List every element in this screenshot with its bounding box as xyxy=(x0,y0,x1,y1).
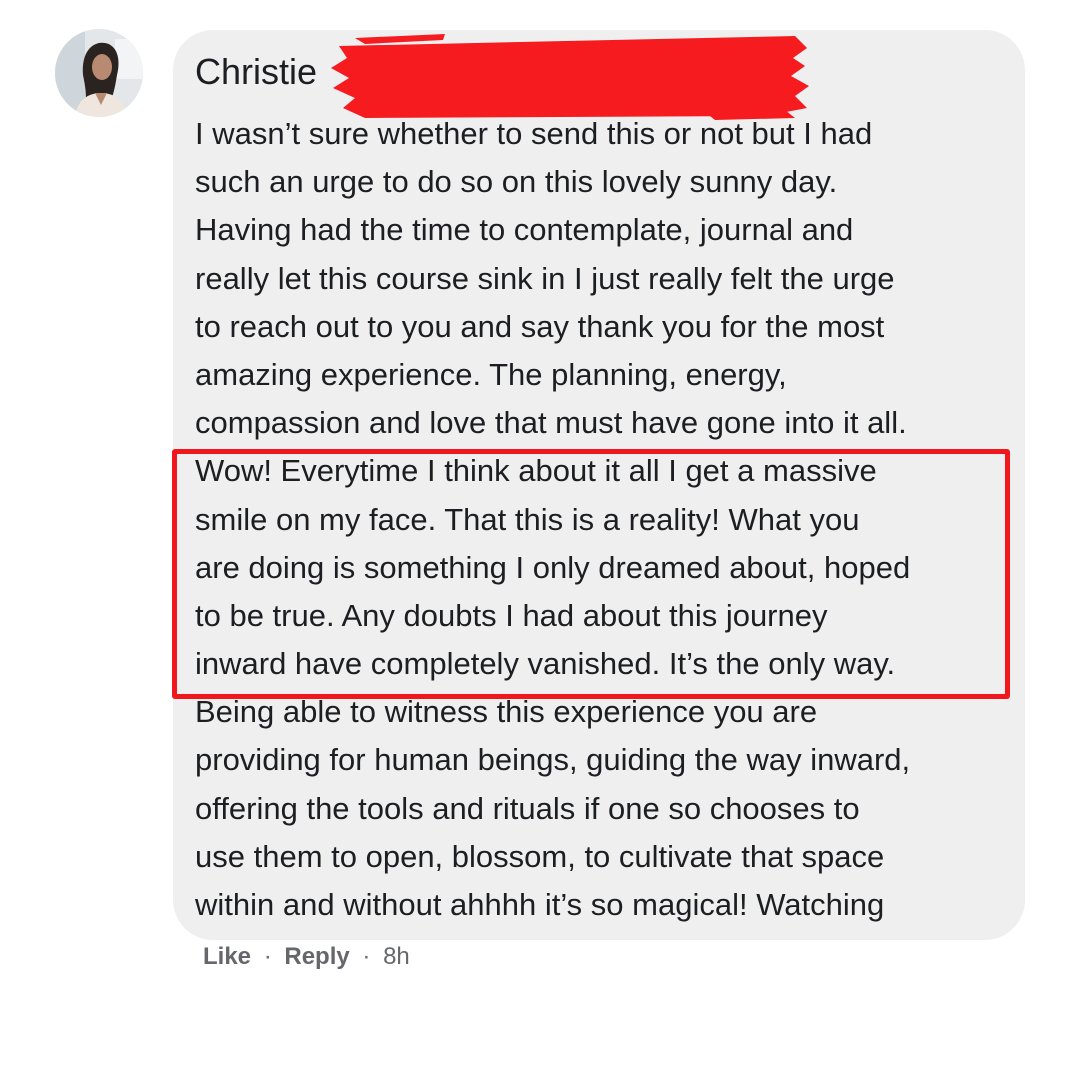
action-separator: · xyxy=(263,943,272,970)
comment-line: to be true. Any doubts I had about this … xyxy=(195,597,828,633)
action-separator: · xyxy=(362,943,371,970)
profile-photo-icon xyxy=(55,29,143,117)
redaction-scribble xyxy=(331,34,809,120)
comment-line: Being able to witness this experience yo… xyxy=(195,694,818,730)
comment-line: to reach out to you and say thank you fo… xyxy=(195,308,885,344)
comment-line: compassion and love that must have gone … xyxy=(195,405,907,441)
comment-line: Having had the time to contemplate, jour… xyxy=(195,212,854,248)
comment-author-name[interactable]: Christie xyxy=(195,50,317,94)
comment-line: inward have completely vanished. It’s th… xyxy=(195,646,896,682)
comment-line: smile on my face. That this is a reality… xyxy=(195,501,860,537)
comment-line: Wow! Everytime I think about it all I ge… xyxy=(195,453,877,489)
avatar[interactable] xyxy=(55,29,143,117)
like-button[interactable]: Like xyxy=(203,943,251,970)
comment-line: such an urge to do so on this lovely sun… xyxy=(195,164,838,200)
comment-line: providing for human beings, guiding the … xyxy=(195,742,911,778)
comment-line: are doing is something I only dreamed ab… xyxy=(195,549,911,585)
comment-line: within and without ahhhh it’s so magical… xyxy=(195,887,885,922)
comment-line: really let this course sink in I just re… xyxy=(195,260,895,296)
comment-line: offering the tools and rituals if one so… xyxy=(195,790,860,826)
comment-actions: Like · Reply · 8h xyxy=(203,940,410,974)
comment-line: I wasn’t sure whether to send this or no… xyxy=(195,116,873,151)
comment-text: I wasn’t sure whether to send this or no… xyxy=(195,110,1015,930)
comment-line: amazing experience. The planning, energy… xyxy=(195,356,787,392)
comment-timestamp[interactable]: 8h xyxy=(383,943,410,970)
reply-button[interactable]: Reply xyxy=(284,943,349,970)
comment-line: use them to open, blossom, to cultivate … xyxy=(195,838,885,874)
